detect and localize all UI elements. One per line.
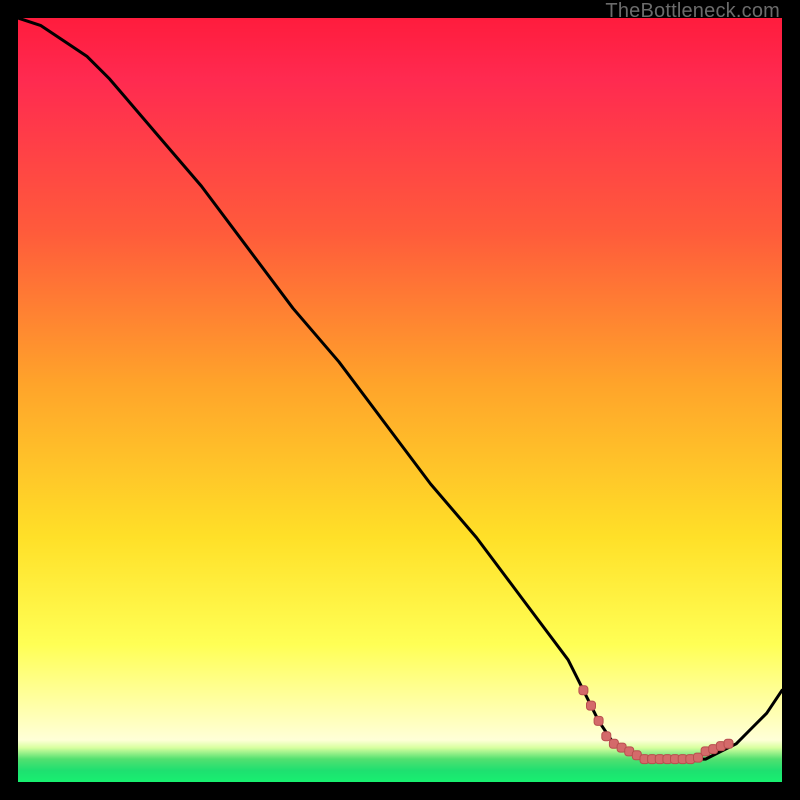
chart-svg [18, 18, 782, 782]
curve-markers [579, 686, 733, 764]
chart-frame: TheBottleneck.com [0, 0, 800, 800]
chart-plot-area [18, 18, 782, 782]
curve-line [18, 18, 782, 759]
